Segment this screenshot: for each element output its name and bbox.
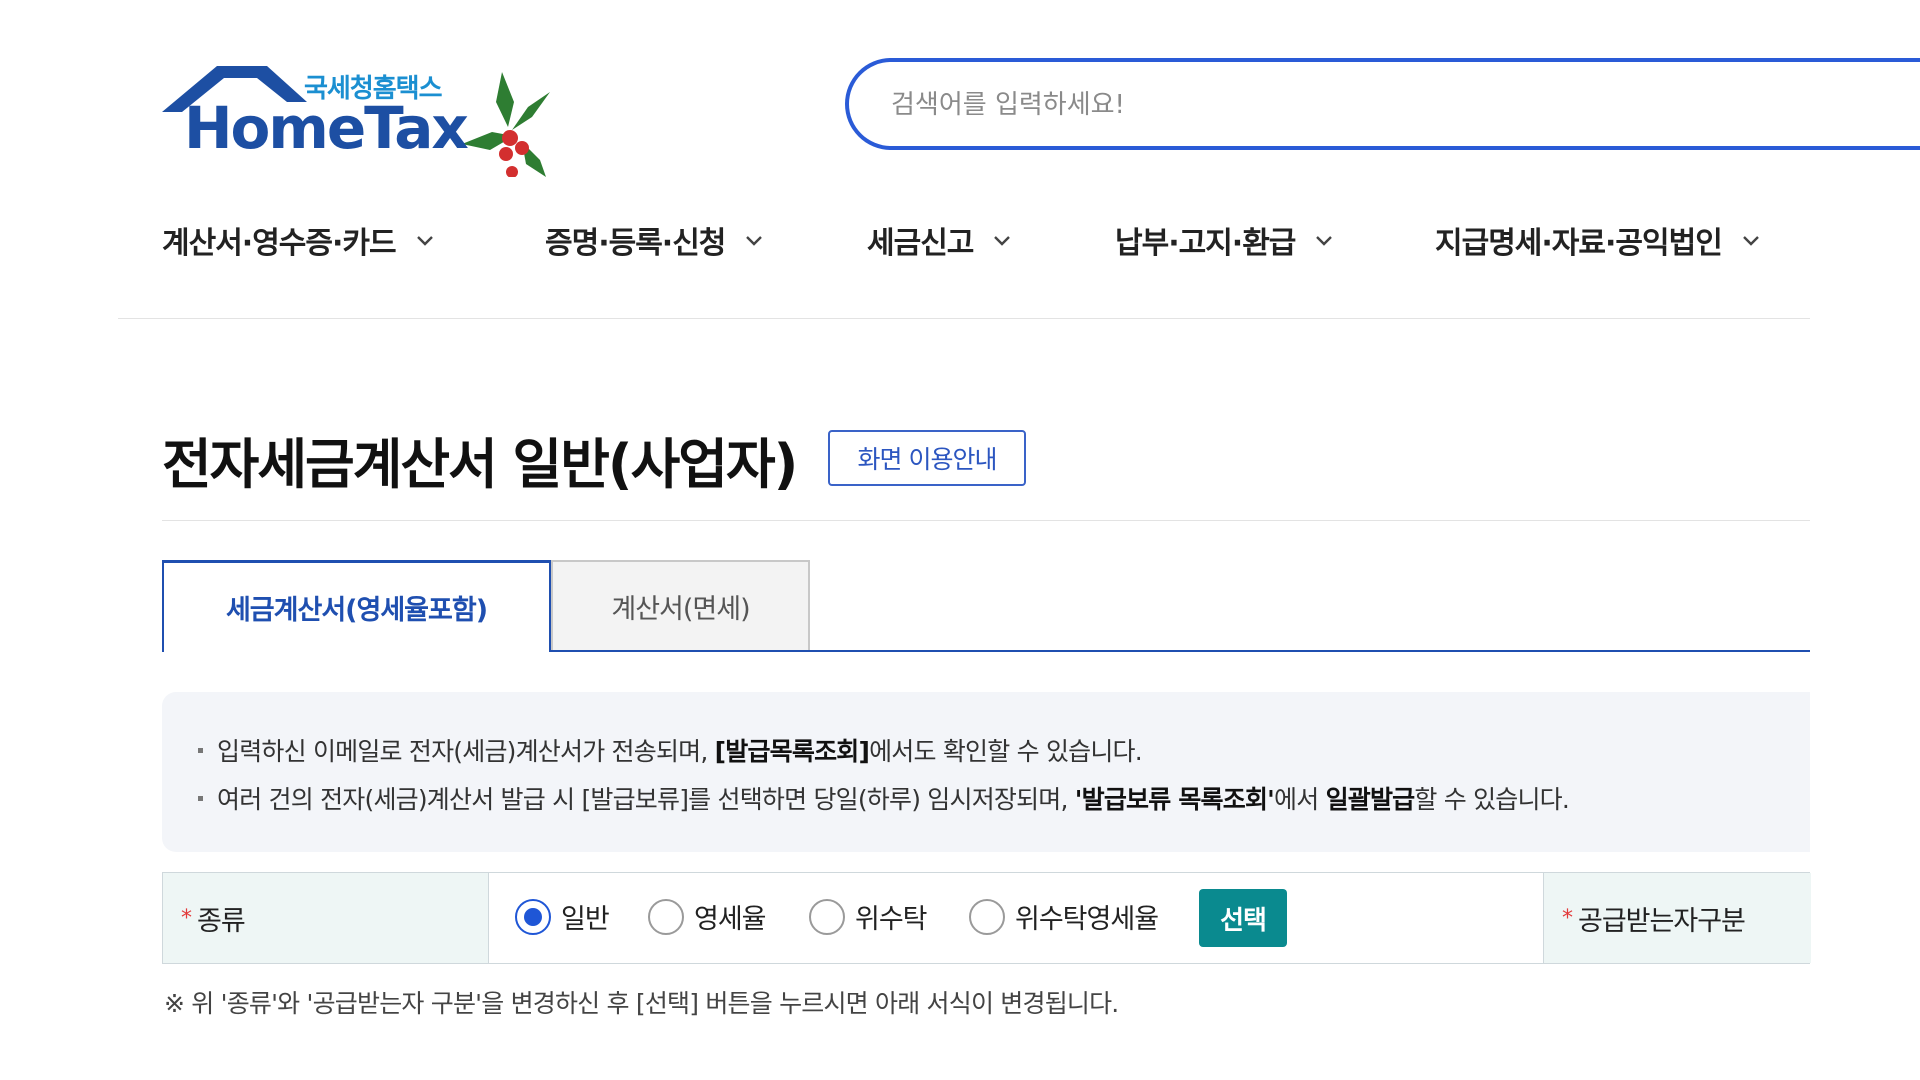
radio-consignment[interactable]: 위수탁: [809, 897, 928, 936]
radio-zero-rate[interactable]: 영세율: [648, 897, 767, 936]
nav-item-payment-refund[interactable]: 납부·고지·환급: [1115, 215, 1335, 265]
notice-bold: [발급목록조회]: [714, 737, 870, 766]
nav-item-label: 세금신고: [867, 226, 974, 261]
hometax-logo[interactable]: 국세청홈택스 HomeTax: [162, 62, 562, 177]
radio-general[interactable]: 일반: [515, 897, 610, 936]
nav-item-tax-filing[interactable]: 세금신고: [867, 215, 1013, 265]
chevron-down-icon: [746, 236, 763, 246]
nav-item-label: 지급명세·자료·공익법인: [1435, 226, 1723, 261]
tab-underline: [551, 650, 1810, 652]
recipient-type-label: 공급받는자구분: [1578, 905, 1746, 937]
notice-line-1: 입력하신 이메일로 전자(세금)계산서가 전송되며, [발급목록조회]에서도 확…: [198, 732, 1143, 768]
logo-wordmark: HomeTax: [184, 94, 469, 162]
nav-item-label: 납부·고지·환급: [1115, 226, 1296, 261]
radio-label: 영세율: [694, 904, 767, 935]
tab-invoice-tax-exempt[interactable]: 계산서(면세): [551, 560, 810, 652]
notice-text: 에서: [1274, 785, 1326, 814]
radio-button[interactable]: [809, 898, 845, 935]
notice-text: 여러 건의 전자(세금)계산서 발급 시 [발급보류]를 선택하면 당일(하루)…: [217, 785, 1075, 814]
chevron-down-icon: [1316, 236, 1333, 246]
nav-divider: [118, 318, 1810, 319]
radio-label: 위수탁영세율: [1015, 904, 1159, 935]
bullet-icon: [198, 795, 203, 801]
title-divider: [162, 520, 1810, 521]
radio-button[interactable]: [969, 898, 1005, 935]
chevron-down-icon: [416, 236, 433, 246]
notice-text: 할 수 있습니다.: [1414, 785, 1570, 814]
notice-box: 입력하신 이메일로 전자(세금)계산서가 전송되며, [발급목록조회]에서도 확…: [162, 692, 1810, 852]
nav-item-payment-statements[interactable]: 지급명세·자료·공익법인: [1435, 215, 1762, 265]
chevron-down-icon: [1742, 236, 1759, 246]
screen-guide-button[interactable]: 화면 이용안내: [828, 430, 1026, 486]
search-box: [845, 58, 1920, 150]
invoice-type-row: * 종류 일반 영세율 위수탁 위수탁영세율 선택 * 공급받는자구분: [162, 872, 1811, 964]
tab-tax-invoice[interactable]: 세금계산서(영세율포함): [162, 560, 551, 652]
recipient-label-cell: * 공급받는자구분: [1543, 873, 1811, 963]
radio-consignment-zero-rate[interactable]: 위수탁영세율: [969, 897, 1159, 936]
nav-item-label: 증명·등록·신청: [545, 226, 726, 261]
required-mark: *: [1562, 905, 1573, 931]
chevron-down-icon: [994, 236, 1011, 246]
type-label-cell: * 종류: [163, 873, 489, 963]
bullet-icon: [198, 747, 203, 753]
select-button[interactable]: 선택: [1199, 889, 1287, 947]
nav-item-label: 계산서·영수증·카드: [162, 226, 397, 261]
nav-item-invoices-receipts-cards[interactable]: 계산서·영수증·카드: [162, 215, 436, 265]
type-label: 종류: [197, 905, 246, 937]
page-title: 전자세금계산서 일반(사업자): [162, 433, 798, 496]
notice-text: 에서도 확인할 수 있습니다.: [869, 737, 1143, 766]
notice-text: 입력하신 이메일로 전자(세금)계산서가 전송되며,: [217, 737, 715, 766]
search-input[interactable]: [889, 82, 1793, 128]
notice-bold: '발급보류 목록조회': [1074, 785, 1275, 814]
notice-bold: 일괄발급: [1325, 785, 1416, 814]
radio-button[interactable]: [515, 898, 551, 935]
form-footnote: ※ 위 '종류'와 '공급받는자 구분'을 변경하신 후 [선택] 버튼을 누르…: [164, 989, 1119, 1018]
required-mark: *: [181, 905, 192, 931]
page: 국세청홈택스 HomeTax 계산서·영수증·카드 증명·등록·신청 세금신고 …: [0, 0, 1920, 1080]
radio-label: 위수탁: [855, 904, 928, 935]
nav-item-certificates-registration[interactable]: 증명·등록·신청: [545, 215, 765, 265]
radio-label: 일반: [561, 904, 610, 935]
radio-button[interactable]: [648, 898, 684, 935]
notice-line-2: 여러 건의 전자(세금)계산서 발급 시 [발급보류]를 선택하면 당일(하루)…: [198, 780, 1570, 816]
